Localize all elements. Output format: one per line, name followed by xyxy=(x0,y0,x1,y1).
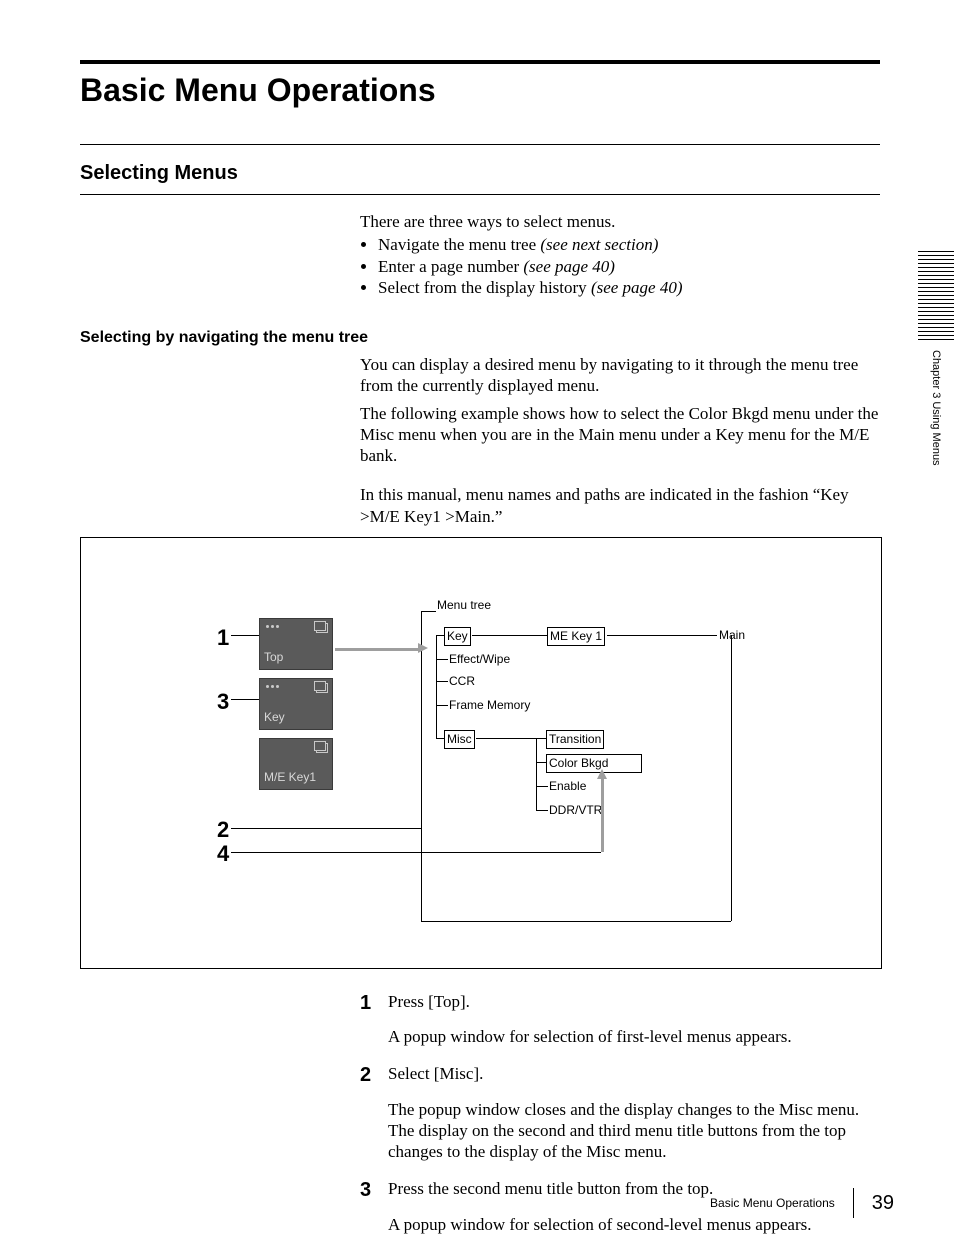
subsection-heading: Selecting by navigating the menu tree xyxy=(80,328,880,348)
bullet-text: Enter a page number xyxy=(378,257,523,276)
tree-node-ddr-vtr: DDR/VTR xyxy=(549,803,602,818)
step-text: Press [Top]. xyxy=(388,991,880,1012)
tree-line xyxy=(436,635,444,636)
diagram-caption: Menu tree xyxy=(437,598,491,613)
body-paragraph: You can display a desired menu by naviga… xyxy=(360,354,880,397)
bullet-text: Select from the display history xyxy=(378,278,591,297)
step-number: 1 xyxy=(360,991,388,1048)
step-number: 3 xyxy=(360,1178,388,1235)
tree-line xyxy=(436,705,448,706)
thumb-index-hatching xyxy=(918,250,954,340)
flow-arrow-line xyxy=(335,648,418,651)
menu-title-label: M/E Key1 xyxy=(264,770,316,785)
tree-node-misc: Misc xyxy=(444,730,475,749)
subsection-body: You can display a desired menu by naviga… xyxy=(360,354,880,527)
intro-bullets: Navigate the menu tree (see next section… xyxy=(378,234,880,298)
arrow-right-icon xyxy=(418,643,428,653)
leader-line xyxy=(231,635,259,636)
bullet-text: Navigate the menu tree xyxy=(378,235,540,254)
procedure-step: 2 Select [Misc]. The popup window closes… xyxy=(360,1063,880,1162)
step-number: 2 xyxy=(360,1063,388,1162)
tree-node-me-key-1: ME Key 1 xyxy=(547,627,605,646)
body-paragraph: In this manual, menu names and paths are… xyxy=(360,484,880,527)
body-paragraph: The following example shows how to selec… xyxy=(360,403,880,467)
step-text: Select [Misc]. xyxy=(388,1063,880,1084)
chapter-side-label: Chapter 3 Using Menus xyxy=(928,350,942,466)
bullet-ref: (see page 40) xyxy=(591,278,683,297)
window-icon xyxy=(316,743,328,753)
bullet-item: Enter a page number (see page 40) xyxy=(378,256,880,277)
top-rule xyxy=(80,60,880,64)
tree-line xyxy=(536,738,546,739)
tree-line xyxy=(536,786,548,787)
tree-line xyxy=(436,659,448,660)
tree-line xyxy=(536,810,548,811)
menu-title-label: Top xyxy=(264,650,283,665)
leader-line xyxy=(231,699,259,700)
bullet-ref: (see next section) xyxy=(540,235,658,254)
window-icon xyxy=(316,683,328,693)
page-footer: Basic Menu Operations 39 xyxy=(710,1188,894,1218)
step-result: A popup window for selection of first-le… xyxy=(388,1026,880,1047)
tree-node-transition: Transition xyxy=(546,730,604,749)
step-result: The popup window closes and the display … xyxy=(388,1099,880,1163)
tree-node-enable: Enable xyxy=(549,779,586,794)
intro-text: There are three ways to select menus. xyxy=(360,211,880,232)
page-content: Basic Menu Operations Selecting Menus Th… xyxy=(80,60,880,1235)
section-heading: Selecting Menus xyxy=(80,161,880,186)
tree-line xyxy=(731,635,732,921)
bullet-item: Navigate the menu tree (see next section… xyxy=(378,234,880,255)
footer-divider xyxy=(853,1188,854,1218)
menu-title-button-mekey1[interactable]: M/E Key1 xyxy=(259,738,333,790)
tree-node-color-bkgd: Color Bkgd xyxy=(546,754,642,773)
section-underline xyxy=(80,194,880,195)
procedure-step: 1 Press [Top]. A popup window for select… xyxy=(360,991,880,1048)
footer-section-title: Basic Menu Operations xyxy=(710,1196,835,1211)
tree-line xyxy=(421,611,436,612)
tree-node-key: Key xyxy=(444,627,471,646)
tree-line xyxy=(436,738,444,739)
arrow-up-icon xyxy=(597,769,607,779)
page-title: Basic Menu Operations xyxy=(80,70,880,110)
menu-title-button-key[interactable]: Key xyxy=(259,678,333,730)
bullet-ref: (see page 40) xyxy=(523,257,615,276)
bullet-item: Select from the display history (see pag… xyxy=(378,277,880,298)
tree-line xyxy=(536,762,546,763)
footer-page-number: 39 xyxy=(872,1191,894,1216)
flow-arrow-line xyxy=(601,778,604,852)
tree-line xyxy=(607,635,717,636)
tree-line xyxy=(476,738,536,739)
title-underline xyxy=(80,144,880,145)
tree-node-effect-wipe: Effect/Wipe xyxy=(449,652,510,667)
callout-number-4: 4 xyxy=(217,840,229,868)
tree-line xyxy=(436,635,437,738)
tree-line xyxy=(421,611,422,921)
breadcrumb-dots-icon xyxy=(266,625,279,628)
leader-line xyxy=(231,828,421,829)
tree-node-main: Main xyxy=(719,628,745,643)
tree-line xyxy=(436,681,448,682)
menu-tree-diagram: Menu tree 1 3 2 4 Top Key M/E Key1 Ke xyxy=(80,537,882,969)
intro-block: There are three ways to select menus. Na… xyxy=(360,211,880,298)
tree-line xyxy=(472,635,547,636)
menu-title-button-top[interactable]: Top xyxy=(259,618,333,670)
breadcrumb-dots-icon xyxy=(266,685,279,688)
callout-number-1: 1 xyxy=(217,624,229,652)
tree-line xyxy=(536,738,537,811)
menu-title-label: Key xyxy=(264,710,285,725)
callout-number-3: 3 xyxy=(217,688,229,716)
tree-node-frame-memory: Frame Memory xyxy=(449,698,530,713)
window-icon xyxy=(316,623,328,633)
tree-node-ccr: CCR xyxy=(449,674,475,689)
tree-line xyxy=(421,921,731,922)
leader-line xyxy=(231,852,601,853)
